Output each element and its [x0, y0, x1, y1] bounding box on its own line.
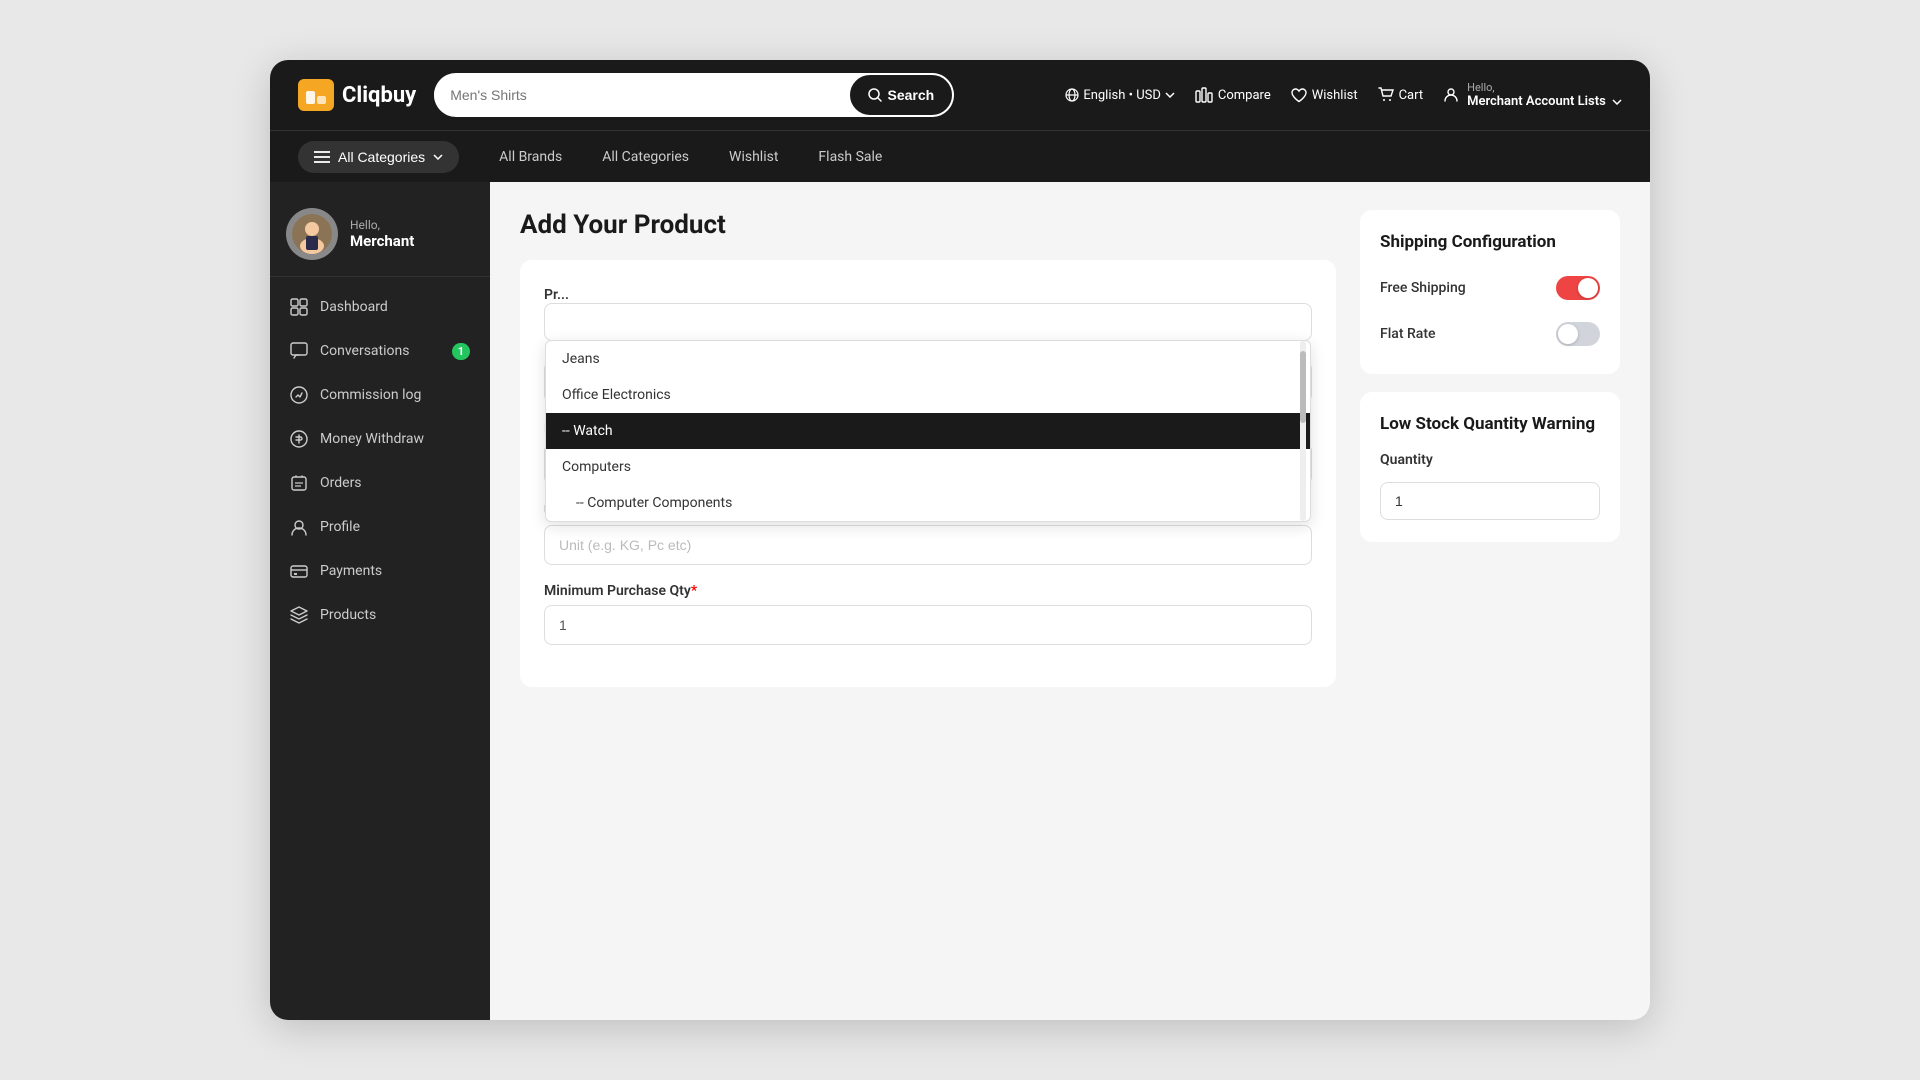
search-button[interactable]: Search: [848, 73, 955, 117]
compare-icon: [1195, 87, 1213, 103]
sidebar-item-orders[interactable]: Orders: [270, 461, 490, 505]
conversations-badge: 1: [452, 343, 470, 360]
chat-icon: [290, 342, 308, 360]
category-dropdown-list: Jeans Office Electronics -- Watch: [545, 340, 1311, 522]
category-search-box: Jeans Office Electronics -- Watch: [544, 303, 1312, 341]
profile-icon: [290, 518, 308, 536]
shipping-title: Shipping Configuration: [1380, 232, 1600, 252]
avatar-image: [292, 214, 332, 254]
sidebar-item-conversations[interactable]: Conversations 1: [270, 329, 490, 373]
secondary-nav: All Categories All Brands All Categories…: [270, 130, 1650, 182]
toggle-knob: [1578, 278, 1598, 298]
right-panel: Shipping Configuration Free Shipping Fla…: [1360, 210, 1620, 992]
category-dropdown-container: Pr... Jeans Office Electronics: [544, 284, 1312, 341]
wishlist-link[interactable]: Wishlist: [1291, 88, 1358, 103]
sidebar-item-profile[interactable]: Profile: [270, 505, 490, 549]
scrollbar-thumb: [1300, 351, 1306, 423]
language-selector[interactable]: English • USD: [1065, 88, 1175, 103]
page-title: Add Your Product: [520, 210, 1336, 240]
min-qty-label: Minimum Purchase Qty*: [544, 583, 1312, 599]
user-icon: [1443, 87, 1459, 103]
cart-link[interactable]: Cart: [1378, 87, 1424, 103]
category-option-office-electronics[interactable]: Office Electronics: [546, 377, 1310, 413]
min-qty-group: Minimum Purchase Qty*: [544, 583, 1312, 645]
user-text: Hello, Merchant: [350, 218, 414, 250]
user-info-text: Hello, Merchant Account Lists: [1467, 81, 1622, 109]
unit-input[interactable]: [544, 525, 1312, 565]
orders-icon: [290, 474, 308, 492]
search-input[interactable]: [434, 87, 847, 103]
chevron-down-icon: [1612, 99, 1622, 105]
top-nav: Cliqbuy Search English • USD: [270, 60, 1650, 130]
logo-icon: [298, 79, 334, 111]
product-form-card: Pr... Jeans Office Electronics: [520, 260, 1336, 687]
free-shipping-label: Free Shipping: [1380, 280, 1466, 296]
scrollbar: [1300, 341, 1306, 521]
category-search-input[interactable]: [545, 304, 1311, 340]
stock-warning-card: Low Stock Quantity Warning Quantity: [1360, 392, 1620, 542]
sidebar-item-commission[interactable]: Commission log: [270, 373, 490, 417]
form-section: Add Your Product Pr... Jeans: [520, 210, 1336, 992]
search-icon: [868, 88, 882, 102]
logo: Cliqbuy: [298, 79, 416, 111]
flat-rate-row: Flat Rate: [1380, 316, 1600, 352]
category-option-computer-components[interactable]: -- Computer Components: [546, 485, 1310, 521]
main-content: Hello, Merchant Dashboard C: [270, 182, 1650, 1020]
compare-link[interactable]: Compare: [1195, 87, 1271, 103]
nav-actions: English • USD Compare Wishlist: [1065, 81, 1622, 109]
all-categories-button[interactable]: All Categories: [298, 141, 459, 173]
heart-icon: [1291, 88, 1307, 103]
shipping-config-card: Shipping Configuration Free Shipping Fla…: [1360, 210, 1620, 374]
category-option-computers[interactable]: Computers: [546, 449, 1310, 485]
avatar: [286, 208, 338, 260]
products-icon: [290, 606, 308, 624]
pr-label: Pr...: [544, 287, 569, 303]
dashboard-icon: [290, 298, 308, 316]
sidebar-item-withdraw[interactable]: Money Withdraw: [270, 417, 490, 461]
commission-icon: [290, 386, 308, 404]
nav-all-brands[interactable]: All Brands: [499, 149, 562, 165]
user-menu[interactable]: Hello, Merchant Account Lists: [1443, 81, 1622, 109]
chevron-down-icon: [1165, 92, 1175, 98]
cart-icon: [1378, 87, 1394, 103]
stock-quantity-input[interactable]: [1380, 482, 1600, 520]
free-shipping-toggle[interactable]: [1556, 276, 1600, 300]
category-option-watch[interactable]: -- Watch: [546, 413, 1310, 449]
sidebar-item-payments[interactable]: Payments: [270, 549, 490, 593]
money-icon: [290, 430, 308, 448]
flat-rate-label: Flat Rate: [1380, 326, 1436, 342]
nav-flash-sale[interactable]: Flash Sale: [818, 149, 882, 165]
flat-rate-toggle[interactable]: [1556, 322, 1600, 346]
menu-icon: [314, 151, 330, 163]
chevron-down-icon: [433, 154, 443, 160]
globe-icon: [1065, 88, 1079, 102]
toggle-knob: [1558, 324, 1578, 344]
quantity-label: Quantity: [1380, 452, 1600, 468]
sidebar-item-dashboard[interactable]: Dashboard: [270, 285, 490, 329]
page-content: Add Your Product Pr... Jeans: [490, 182, 1650, 1020]
sidebar-item-products[interactable]: Products: [270, 593, 490, 637]
user-panel: Hello, Merchant: [270, 192, 490, 277]
category-option-jeans[interactable]: Jeans: [546, 341, 1310, 377]
search-bar: Search: [434, 73, 954, 117]
nav-wishlist[interactable]: Wishlist: [729, 149, 778, 165]
brand-name: Cliqbuy: [342, 83, 416, 108]
min-qty-input[interactable]: [544, 605, 1312, 645]
sidebar: Hello, Merchant Dashboard C: [270, 182, 490, 1020]
nav-all-categories[interactable]: All Categories: [602, 149, 689, 165]
stock-warning-title: Low Stock Quantity Warning: [1380, 414, 1600, 434]
free-shipping-row: Free Shipping: [1380, 270, 1600, 306]
payments-icon: [290, 562, 308, 580]
